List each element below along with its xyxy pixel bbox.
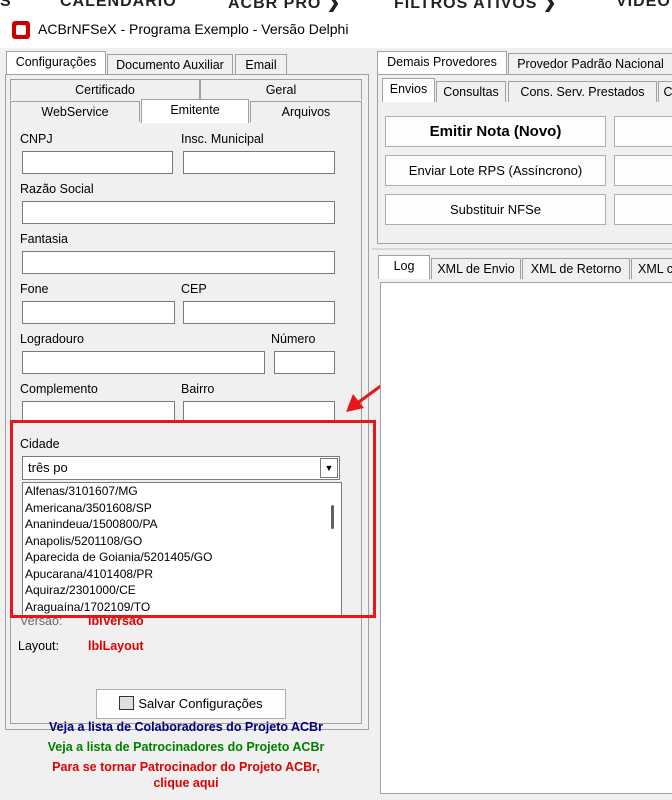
tab-envios[interactable]: Envios <box>382 78 435 102</box>
tab-demais-provedores[interactable]: Demais Provedores <box>377 51 507 75</box>
tab-xml-truncated[interactable]: XML c <box>631 258 672 279</box>
action-button-truncated[interactable] <box>614 155 672 186</box>
tab-label: XML de Envio <box>437 262 515 276</box>
enviar-lote-rps-button[interactable]: Enviar Lote RPS (Assíncrono) <box>385 155 606 186</box>
salvar-configuracoes-button[interactable]: Salvar Configurações <box>96 689 286 719</box>
tab-label: Log <box>393 259 415 273</box>
tab-xml-envio[interactable]: XML de Envio <box>431 258 521 279</box>
tab-label: Demais Provedores <box>387 55 497 69</box>
log-textarea[interactable] <box>380 282 672 794</box>
splitter[interactable] <box>372 248 672 250</box>
tab-label: Provedor Padrão Nacional <box>517 57 664 71</box>
button-label: Substituir NFSe <box>449 202 542 217</box>
action-button-truncated[interactable] <box>614 116 672 147</box>
tab-label: C <box>663 85 672 99</box>
tab-label: Emitente <box>170 103 220 117</box>
tab-label: Consultas <box>443 85 499 99</box>
button-label: Salvar Configurações <box>138 696 263 711</box>
tab-label: XML c <box>638 262 672 276</box>
tab-label: Cons. Serv. Prestados <box>520 85 645 99</box>
substituir-nfse-button[interactable]: Substituir NFSe <box>385 194 606 225</box>
tab-truncated[interactable]: C <box>658 81 672 102</box>
tab-provedor-padrao-nacional[interactable]: Provedor Padrão Nacional <box>508 53 672 75</box>
tab-consultas[interactable]: Consultas <box>436 81 506 102</box>
tab-label: XML de Retorno <box>530 262 622 276</box>
clique-aqui-link[interactable]: clique aqui <box>0 776 372 790</box>
tab-xml-retorno[interactable]: XML de Retorno <box>522 258 630 279</box>
emitir-nota-button[interactable]: Emitir Nota (Novo) <box>385 116 606 147</box>
colaboradores-link[interactable]: Veja a lista de Colaboradores do Projeto… <box>0 720 372 734</box>
tab-label: Envios <box>389 82 428 96</box>
patrocinadores-link[interactable]: Veja a lista de Patrocinadores do Projet… <box>0 740 372 754</box>
action-button-truncated[interactable] <box>614 194 672 225</box>
save-icon <box>119 696 135 710</box>
tab-emitente[interactable]: Emitente <box>141 99 249 123</box>
button-label: Enviar Lote RPS (Assíncrono) <box>408 163 583 178</box>
tab-log[interactable]: Log <box>378 255 430 279</box>
tab-cons-serv-prestados[interactable]: Cons. Serv. Prestados <box>508 81 657 102</box>
button-label: Emitir Nota (Novo) <box>429 123 562 140</box>
become-sponsor-text[interactable]: Para se tornar Patrocinador do Projeto A… <box>0 760 372 774</box>
